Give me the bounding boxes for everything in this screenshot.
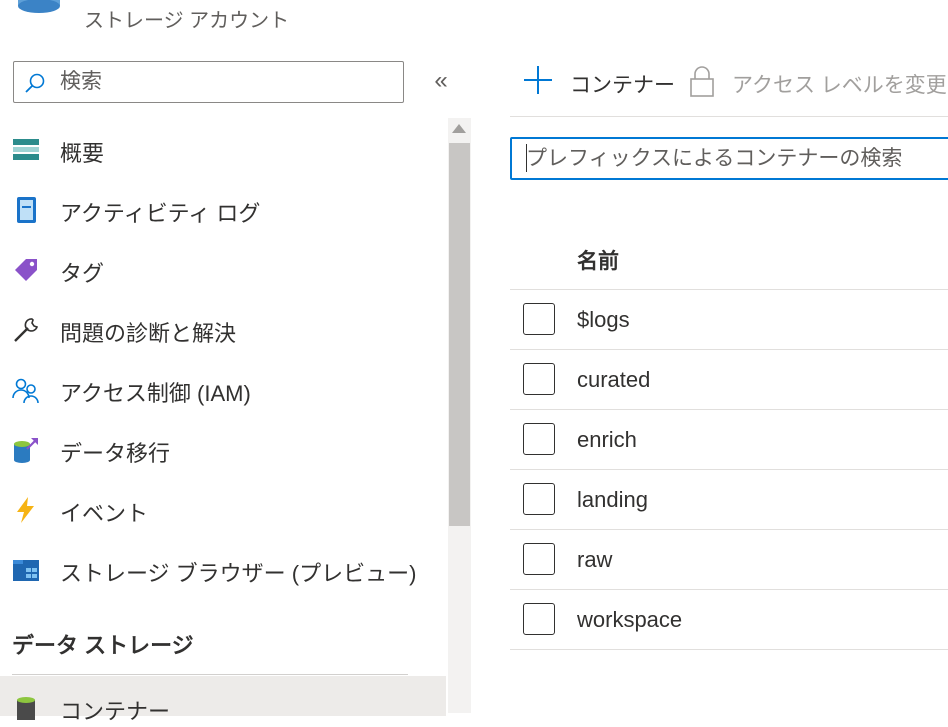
sidebar-item-label: 問題の診断と解決 bbox=[60, 321, 237, 346]
column-header-name[interactable]: 名前 bbox=[577, 245, 619, 275]
sidebar-item-label: コンテナー bbox=[60, 699, 171, 724]
section-divider bbox=[12, 674, 408, 675]
row-checkbox[interactable] bbox=[523, 363, 555, 395]
table-row[interactable]: workspace bbox=[510, 590, 948, 650]
container-name-link[interactable]: enrich bbox=[577, 427, 637, 453]
lock-icon bbox=[690, 65, 714, 97]
change-access-level-button[interactable]: アクセス レベルを変更します bbox=[690, 64, 948, 98]
row-checkbox[interactable] bbox=[523, 603, 555, 635]
container-name-link[interactable]: workspace bbox=[577, 607, 682, 633]
table-row[interactable]: enrich bbox=[510, 410, 948, 470]
search-icon bbox=[24, 72, 46, 94]
sidebar-item-label: アクセス制御 (IAM) bbox=[60, 381, 251, 406]
table-row[interactable]: landing bbox=[510, 470, 948, 530]
scrollbar-thumb[interactable] bbox=[449, 143, 470, 526]
text-caret bbox=[526, 144, 527, 172]
container-name-link[interactable]: landing bbox=[577, 487, 648, 513]
sidebar-item-label: アクティビティ ログ bbox=[60, 201, 261, 226]
resource-type-label: ストレージ アカウント bbox=[84, 10, 290, 32]
wrench-icon bbox=[12, 316, 40, 344]
change-access-level-label: アクセス レベルを変更します bbox=[732, 74, 948, 97]
sidebar-item-data-migration[interactable]: データ移行 bbox=[0, 420, 446, 478]
table-row[interactable]: $logs bbox=[510, 290, 948, 350]
toolbar-divider bbox=[510, 116, 948, 117]
container-icon bbox=[12, 694, 40, 722]
table-row[interactable]: raw bbox=[510, 530, 948, 590]
container-search-box[interactable] bbox=[510, 137, 948, 180]
menu-search-input[interactable] bbox=[60, 68, 390, 96]
row-checkbox[interactable] bbox=[523, 423, 555, 455]
lightning-icon bbox=[12, 496, 40, 524]
storage-browser-icon bbox=[12, 556, 40, 584]
add-container-label: コンテナー bbox=[570, 74, 675, 97]
scroll-up-arrow-icon[interactable] bbox=[452, 124, 466, 133]
sidebar-item-tags[interactable]: タグ bbox=[0, 240, 446, 298]
container-name-link[interactable]: $logs bbox=[577, 307, 630, 333]
container-name-link[interactable]: raw bbox=[577, 547, 612, 573]
sidebar-item-label: ストレージ ブラウザー (プレビュー) bbox=[60, 561, 417, 586]
section-title-data-storage: データ ストレージ bbox=[12, 633, 194, 658]
sidebar-item-containers[interactable]: コンテナー bbox=[0, 676, 446, 724]
container-search-input[interactable] bbox=[526, 144, 946, 174]
sidebar-item-label: イベント bbox=[60, 501, 149, 526]
sidebar-item-events[interactable]: イベント bbox=[0, 480, 446, 538]
row-checkbox[interactable] bbox=[523, 483, 555, 515]
sidebar-item-label: 概要 bbox=[60, 141, 105, 166]
sidebar-item-label: データ移行 bbox=[60, 441, 171, 466]
row-checkbox[interactable] bbox=[523, 303, 555, 335]
sidebar-item-storage-browser[interactable]: ストレージ ブラウザー (プレビュー) bbox=[0, 540, 446, 598]
plus-icon bbox=[522, 64, 554, 96]
overview-icon bbox=[12, 136, 40, 164]
activity-log-icon bbox=[12, 196, 40, 224]
tag-icon bbox=[12, 256, 40, 284]
people-icon bbox=[12, 376, 40, 404]
sidebar-item-label: タグ bbox=[60, 261, 105, 286]
collapse-menu-button[interactable]: « bbox=[428, 66, 454, 96]
sidebar-item-diagnose[interactable]: 問題の診断と解決 bbox=[0, 300, 446, 358]
table-row[interactable]: curated bbox=[510, 350, 948, 410]
menu-search-box[interactable] bbox=[13, 61, 404, 103]
row-checkbox[interactable] bbox=[523, 543, 555, 575]
data-migration-icon bbox=[12, 436, 40, 464]
sidebar-item-iam[interactable]: アクセス制御 (IAM) bbox=[0, 360, 446, 418]
sidebar-item-activity-log[interactable]: アクティビティ ログ bbox=[0, 180, 446, 238]
sidebar-item-overview[interactable]: 概要 bbox=[0, 120, 446, 178]
container-name-link[interactable]: curated bbox=[577, 367, 650, 393]
storage-account-icon bbox=[18, 0, 60, 14]
